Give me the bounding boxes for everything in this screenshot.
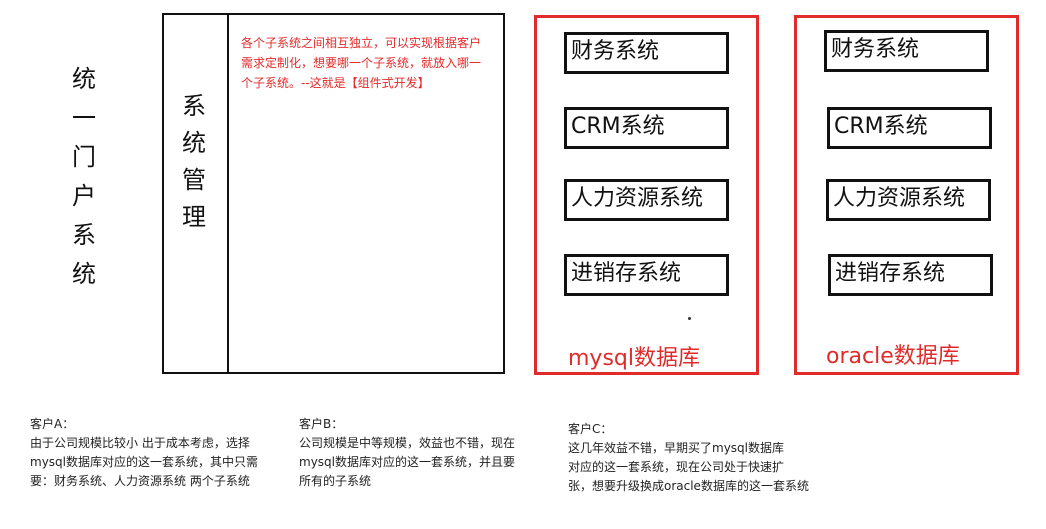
- customer-line: 所有的子系统: [299, 474, 372, 488]
- oracle-system-crm: CRM系统: [827, 107, 992, 149]
- unified-portal-label: 统 一 门 户 系 统: [66, 60, 102, 294]
- mysql-system-crm: CRM系统: [564, 107, 729, 149]
- oracle-system-hr: 人力资源系统: [826, 179, 991, 221]
- customer-line: 对应的这一套系统，现在公司处于快速扩: [568, 460, 785, 474]
- oracle-group-title: oracle数据库: [826, 344, 960, 369]
- stray-dot: [688, 317, 691, 320]
- customer-line: 张，想要升级换成oracle数据库的这一套系统: [568, 479, 809, 493]
- system-management-label: 系 统 管 理: [176, 88, 212, 236]
- customer-a-block: 客户A： 由于公司规模比较小 出于成本考虑，选择 mysql数据库对应的这一套系…: [30, 415, 280, 491]
- portal-char: 门: [72, 143, 96, 171]
- sysmgmt-char: 管: [182, 166, 206, 194]
- portal-char: 统: [72, 65, 96, 93]
- customer-line: 公司规模是中等规模，效益也不错，现在: [299, 436, 516, 450]
- note-line: 各个子系统之间相互独立，可以实现根据客户: [241, 36, 482, 50]
- customer-title: 客户A：: [30, 417, 75, 431]
- portal-char: 统: [72, 260, 96, 288]
- note-line: 需求定制化，想要哪一个子系统，就放入哪一: [241, 56, 482, 70]
- sysmgmt-char: 理: [182, 203, 206, 231]
- portal-char: 户: [72, 182, 96, 210]
- note-line: 个子系统。--这就是【组件式开发】: [241, 76, 430, 90]
- mysql-system-hr: 人力资源系统: [564, 179, 729, 221]
- customer-title: 客户C：: [568, 422, 613, 436]
- mysql-group-title: mysql数据库: [568, 346, 700, 371]
- customer-c-block: 客户C： 这几年效益不错，早期买了mysql数据库 对应的这一套系统，现在公司处…: [568, 420, 838, 496]
- system-management-divider: [227, 13, 229, 374]
- portal-char: 系: [72, 221, 96, 249]
- mysql-system-finance: 财务系统: [564, 32, 729, 74]
- customer-title: 客户B：: [299, 417, 344, 431]
- customer-line: mysql数据库对应的这一套系统，并且要: [299, 455, 515, 469]
- customer-b-block: 客户B： 公司规模是中等规模，效益也不错，现在 mysql数据库对应的这一套系统…: [299, 415, 544, 491]
- customer-line: 由于公司规模比较小 出于成本考虑，选择: [30, 436, 250, 450]
- oracle-system-inventory: 进销存系统: [828, 254, 993, 296]
- portal-char: 一: [72, 104, 96, 132]
- component-development-note: 各个子系统之间相互独立，可以实现根据客户 需求定制化，想要哪一个子系统，就放入哪…: [241, 33, 496, 93]
- oracle-system-finance: 财务系统: [824, 30, 989, 72]
- customer-line: mysql数据库对应的这一套系统，其中只需: [30, 455, 258, 469]
- sysmgmt-char: 系: [182, 92, 206, 120]
- customer-line: 要：财务系统、人力资源系统 两个子系统: [30, 474, 250, 488]
- customer-line: 这几年效益不错，早期买了mysql数据库: [568, 441, 784, 455]
- mysql-system-inventory: 进销存系统: [564, 254, 729, 296]
- sysmgmt-char: 统: [182, 129, 206, 157]
